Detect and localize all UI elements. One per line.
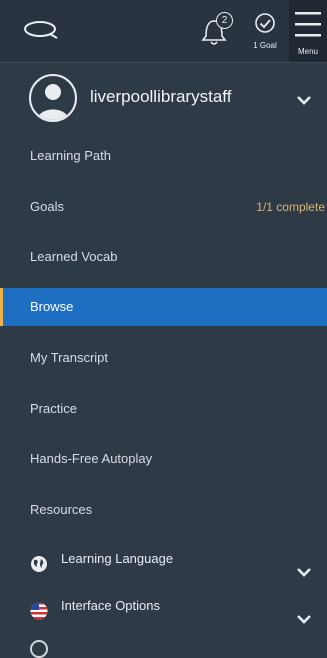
notifications-count-badge: 2 xyxy=(216,12,233,29)
partially-visible-icon xyxy=(30,640,48,658)
chevron-down-icon[interactable] xyxy=(297,92,311,110)
section-learning-language[interactable]: Learning Language xyxy=(0,540,327,578)
menu-item-label: Browse xyxy=(30,299,74,314)
top-bar: 2 1 Goal Menu xyxy=(0,0,327,63)
us-flag-icon xyxy=(30,597,48,635)
menu-item-goals[interactable]: Goals 1/1 complete xyxy=(0,188,327,226)
app-logo-icon[interactable] xyxy=(22,18,62,47)
goals-status: 1/1 complete xyxy=(256,200,325,214)
goal-label: 1 Goal xyxy=(253,41,277,50)
menu-item-label: Resources xyxy=(30,502,93,517)
avatar xyxy=(29,74,77,122)
chevron-down-icon[interactable] xyxy=(297,601,311,639)
section-label: Learning Language xyxy=(61,551,174,566)
menu-item-label: Goals xyxy=(30,199,64,214)
menu-item-label: Hands-Free Autoplay xyxy=(30,451,153,466)
hamburger-icon xyxy=(295,12,321,37)
menu-item-hands-free-autoplay[interactable]: Hands-Free Autoplay xyxy=(0,440,327,478)
menu-label: Menu xyxy=(297,47,318,56)
menu-item-learned-vocab[interactable]: Learned Vocab xyxy=(0,238,327,276)
menu-item-browse[interactable]: Browse xyxy=(0,288,327,326)
menu-item-practice[interactable]: Practice xyxy=(0,390,327,428)
menu-item-my-transcript[interactable]: My Transcript xyxy=(0,339,327,377)
menu-item-learning-path[interactable]: Learning Path xyxy=(0,137,327,175)
menu-item-label: Practice xyxy=(30,401,77,416)
menu-item-label: Learned Vocab xyxy=(30,249,118,264)
menu-item-label: My Transcript xyxy=(30,350,109,365)
menu-item-resources[interactable]: Resources xyxy=(0,491,327,529)
goal-check-icon xyxy=(255,13,275,33)
section-interface-options[interactable]: Interface Options xyxy=(0,587,327,625)
globe-icon xyxy=(30,550,48,588)
menu-button[interactable]: Menu xyxy=(289,0,327,62)
goal-indicator[interactable]: 1 Goal xyxy=(248,12,282,50)
section-label: Interface Options xyxy=(61,598,160,613)
user-profile-row[interactable]: liverpoollibrarystaff xyxy=(0,70,327,126)
menu-item-label: Learning Path xyxy=(30,148,111,163)
user-silhouette-icon xyxy=(37,84,69,120)
username: liverpoollibrarystaff xyxy=(90,87,232,106)
